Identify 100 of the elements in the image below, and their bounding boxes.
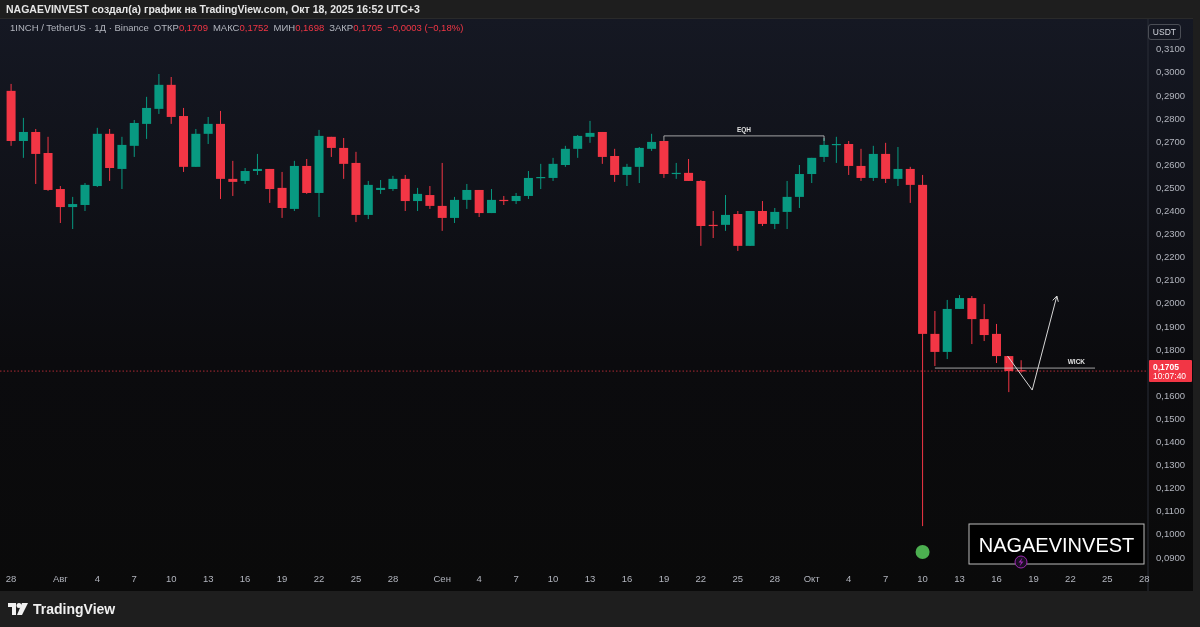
price-label: 0,1800 xyxy=(1155,343,1186,355)
price-label: 0,2700 xyxy=(1155,135,1186,147)
candle xyxy=(757,200,767,227)
currency-button[interactable]: USDT xyxy=(1147,24,1181,40)
ohlc-value: 0,1709 xyxy=(178,22,208,33)
candle xyxy=(770,207,780,230)
candle xyxy=(647,133,657,152)
candle xyxy=(684,158,694,182)
price-tag xyxy=(1149,360,1192,383)
candle xyxy=(548,157,558,182)
price-label: 0,1100 xyxy=(1156,505,1185,517)
candle xyxy=(43,136,53,192)
price-label: 0,2300 xyxy=(1155,228,1186,240)
candle xyxy=(560,145,570,168)
price-label: 0,1000 xyxy=(1155,528,1186,540)
candle xyxy=(511,192,521,205)
date-label: 4 xyxy=(846,573,852,584)
date-label: 22 xyxy=(313,573,325,584)
candle xyxy=(597,131,607,165)
countdown-label: 10:07:40 xyxy=(1153,371,1187,382)
candle xyxy=(129,119,139,158)
date-label: 10 xyxy=(917,573,928,584)
candle xyxy=(585,120,595,144)
price-label: 0,2800 xyxy=(1155,112,1186,124)
date-label: 7 xyxy=(883,573,889,584)
candle xyxy=(955,294,965,310)
ohlc-label: МИН xyxy=(273,22,296,33)
candle xyxy=(68,196,78,230)
candle xyxy=(142,96,152,140)
date-label: 4 xyxy=(476,573,482,584)
candle xyxy=(881,142,891,184)
candle xyxy=(696,179,706,247)
candle xyxy=(6,83,16,147)
candle xyxy=(474,189,484,218)
candle xyxy=(31,128,41,185)
candle xyxy=(868,145,878,182)
lightning-icon[interactable] xyxy=(1014,555,1028,569)
candle xyxy=(536,163,546,190)
date-label: Окт xyxy=(803,573,820,584)
candle xyxy=(942,299,952,360)
price-label: 0,1500 xyxy=(1155,412,1186,424)
candle xyxy=(844,140,854,176)
candle xyxy=(400,174,410,212)
date-label: 25 xyxy=(732,573,744,584)
author-name: NAGAEVINVEST xyxy=(978,534,1135,556)
candle xyxy=(92,127,102,188)
candle xyxy=(523,170,533,200)
candle xyxy=(794,164,804,209)
price-label: 0,2900 xyxy=(1155,89,1186,101)
date-label: 4 xyxy=(94,573,100,584)
candle xyxy=(265,168,275,204)
chart-caption: NAGAEVINVEST создал(а) график на TradingView.com, Окт 18, 2025 16:52 UTC+3 xyxy=(5,2,421,17)
symbol-label: 1INCH / TetherUS · 1Д · Binance xyxy=(10,22,149,33)
price-label: 0,3000 xyxy=(1155,66,1186,78)
candle xyxy=(18,117,28,159)
candle xyxy=(425,185,435,210)
date-label: 13 xyxy=(202,573,214,584)
date-label: 25 xyxy=(1102,573,1113,584)
date-label: 19 xyxy=(658,573,670,584)
event-marker-icon[interactable] xyxy=(915,545,930,559)
candle xyxy=(179,107,189,173)
candle xyxy=(671,162,681,180)
candle xyxy=(105,128,115,182)
ohlc-value: 0,1698 xyxy=(295,22,325,33)
candle xyxy=(831,136,841,164)
candle xyxy=(856,148,866,182)
price-label: 0,2000 xyxy=(1155,297,1186,309)
candle xyxy=(610,148,620,183)
candle xyxy=(80,182,90,212)
candle xyxy=(1016,359,1026,374)
candle xyxy=(154,73,164,115)
date-label: Авг xyxy=(52,573,68,584)
date-label: 16 xyxy=(621,573,633,584)
candle xyxy=(930,310,940,367)
candle xyxy=(55,185,65,224)
candle xyxy=(166,76,176,125)
ohlc-label: ЗАКР xyxy=(329,22,354,33)
candle xyxy=(117,136,127,190)
candle xyxy=(228,160,238,197)
candle xyxy=(745,210,755,247)
price-label: 0,1900 xyxy=(1155,320,1186,332)
candle xyxy=(289,160,299,212)
ohlc-label: МАКС xyxy=(212,22,240,33)
price-tag-value: 0,1705 xyxy=(1153,361,1179,372)
candle xyxy=(486,188,496,214)
candle xyxy=(905,166,915,204)
price-label: 0,2500 xyxy=(1155,181,1186,193)
logo-icon xyxy=(8,603,28,615)
date-label: 16 xyxy=(991,573,1002,584)
candle xyxy=(1004,355,1014,393)
candle xyxy=(203,116,213,145)
candle xyxy=(450,196,459,224)
date-label: 7 xyxy=(513,573,519,584)
candle xyxy=(622,163,632,187)
date-label: Сен xyxy=(433,573,451,584)
candle xyxy=(733,210,743,252)
candle xyxy=(893,146,903,187)
date-label: 28 xyxy=(1139,573,1150,584)
candle xyxy=(634,146,644,184)
candle xyxy=(659,140,669,179)
